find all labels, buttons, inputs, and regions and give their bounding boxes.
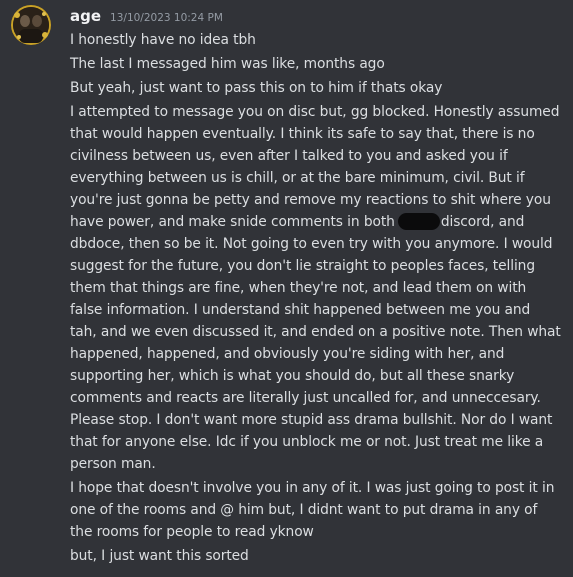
message-text: The last I messaged him was like, months… xyxy=(70,56,385,72)
message-text: I honestly have no idea tbh xyxy=(70,32,256,48)
username[interactable]: age xyxy=(70,7,101,25)
message-text-segment: discord, and xyxy=(440,214,525,230)
follow-up-message-text: I hope that doesn't involve you in any o… xyxy=(70,477,560,543)
message-text-row: suggest for the future, you don't lie st… xyxy=(70,258,535,274)
chat-message-group: age 13/10/2023 10:24 PM I honestly have … xyxy=(0,0,573,577)
message-header: age 13/10/2023 10:24 PM xyxy=(70,7,223,27)
message-text-row: one of the rooms and @ him but, I didnt … xyxy=(70,502,538,518)
message-timestamp[interactable]: 13/10/2023 10:24 PM xyxy=(110,12,223,24)
message-text-segment: have power, and make snide comments in b… xyxy=(70,214,395,230)
message-text-row: that would happen eventually. I think it… xyxy=(70,126,535,142)
message-text-row: happened, happened, and obviously you're… xyxy=(70,346,505,362)
message-text-row: everything between us is chill, or at th… xyxy=(70,170,525,186)
message-text-row: tah, and we even discussed it, and ended… xyxy=(70,324,561,340)
message-text-row: civilness between us, even after I talke… xyxy=(70,148,508,164)
message-text: but, I just want this sorted xyxy=(70,548,249,564)
user-avatar-icon[interactable] xyxy=(11,5,51,45)
message-text-row: supporting her, which is what you should… xyxy=(70,368,515,384)
message-text-row: I attempted to message you on disc but, … xyxy=(70,104,560,120)
message-content: I honestly have no idea tbh The last I m… xyxy=(70,29,561,569)
message-text-row: them that things are fine, when they're … xyxy=(70,280,527,296)
message-text-row: that for anyone else. Idc if you unblock… xyxy=(70,434,544,450)
message-text-row: comments and reacts are literally just u… xyxy=(70,390,541,406)
message-text-row: false information. I understand shit hap… xyxy=(70,302,531,318)
long-message-text: I attempted to message you on disc but, … xyxy=(70,101,561,475)
message-text-row: you're just gonna be petty and remove my… xyxy=(70,192,551,208)
message-text-row: dbdoce, then so be it. Not going to even… xyxy=(70,236,553,252)
message-text-row: the rooms for people to read yknow xyxy=(70,524,314,540)
message-text-row: Please stop. I don't want more stupid as… xyxy=(70,412,553,428)
message-text: But yeah, just want to pass this on to h… xyxy=(70,80,443,96)
message-text-row: I hope that doesn't involve you in any o… xyxy=(70,480,555,496)
message-text-row: person man. xyxy=(70,456,156,472)
redaction-mark xyxy=(397,213,440,230)
message-text-row: have power, and make snide comments in b… xyxy=(70,211,560,233)
